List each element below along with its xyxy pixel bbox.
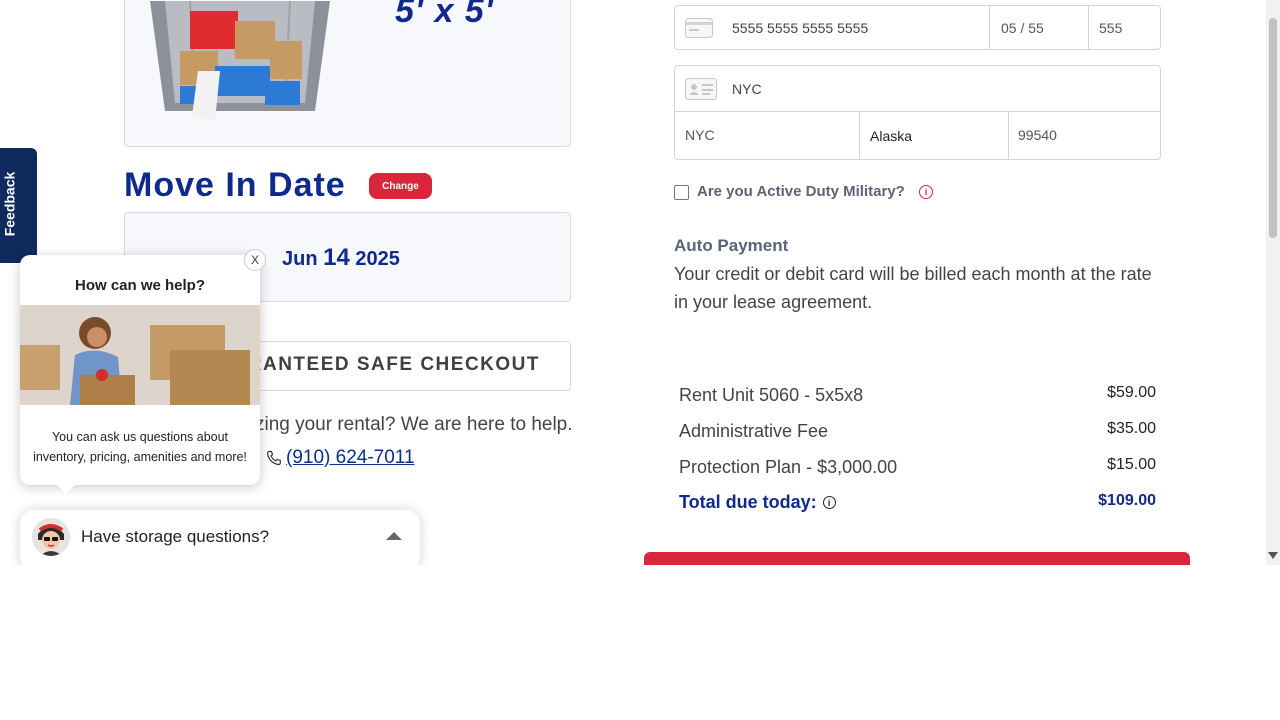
phone-icon — [266, 450, 281, 466]
address-line-field[interactable]: NYC — [732, 81, 762, 97]
unit-card — [124, 0, 571, 147]
phone-number: (910) 624-7011 — [286, 447, 415, 468]
phone-link[interactable]: (910) 624-7011 — [266, 447, 415, 469]
feedback-label: Feedback — [1, 171, 18, 237]
city-field[interactable]: NYC — [685, 127, 715, 143]
summary-line-amount: $59.00 — [1107, 384, 1156, 401]
summary-line-amount: $15.00 — [1107, 456, 1156, 473]
agent-avatar-icon — [32, 518, 70, 556]
chat-bar-label: Have storage questions? — [81, 527, 270, 546]
page-viewport: 5' x 5' Move In Date Change Jun 14 2025 … — [0, 0, 1280, 565]
card-number-field[interactable]: 5555 5555 5555 5555 — [732, 20, 868, 36]
info-icon[interactable]: i — [919, 185, 933, 199]
move-in-date: Jun 14 2025 — [282, 244, 400, 272]
date-year: 2025 — [355, 248, 400, 270]
credit-card-icon — [685, 18, 713, 38]
chat-agent-avatar — [32, 518, 70, 556]
date-day: 14 — [323, 244, 350, 271]
summary-line-label: Administrative Fee — [679, 421, 829, 441]
field-divider — [989, 6, 990, 49]
card-cvv-field[interactable]: 555 — [1099, 20, 1122, 36]
zip-field[interactable]: 99540 — [1018, 127, 1057, 143]
scrollbar-thumb[interactable] — [1269, 18, 1277, 238]
state-select[interactable]: Alaska — [870, 128, 912, 144]
chat-popup-close-button[interactable]: X — [244, 249, 266, 271]
summary-line-label: Rent Unit 5060 - 5x5x8 — [679, 385, 864, 405]
id-card-icon — [685, 78, 717, 100]
total-due-text: Total due today: — [679, 492, 817, 512]
submit-payment-button[interactable] — [644, 552, 1190, 565]
chat-popup-description: You can ask us questions about inventory… — [33, 430, 247, 464]
chat-popup-photo — [20, 305, 260, 405]
chat-popup: How can we help? You can ask us question… — [20, 255, 260, 494]
field-divider — [675, 111, 1160, 112]
move-in-title: Move In Date — [124, 166, 346, 204]
field-divider — [859, 111, 860, 159]
storage-unit-illustration — [150, 0, 330, 121]
field-divider — [1088, 6, 1089, 49]
summary-line-amount: $35.00 — [1107, 420, 1156, 437]
chat-widget-bar[interactable]: Have storage questions? — [20, 510, 420, 565]
chevron-up-icon[interactable] — [386, 532, 402, 540]
field-divider — [1008, 111, 1009, 159]
card-details-row: 5555 5555 5555 5555 05 / 55 555 — [674, 5, 1161, 50]
info-icon[interactable]: i — [822, 496, 836, 509]
card-expiry-field[interactable]: 05 / 55 — [1001, 20, 1044, 36]
auto-payment-title: Auto Payment — [674, 236, 789, 255]
person-packing-boxes-illustration — [20, 305, 260, 405]
military-label: Are you Active Duty Military? — [697, 183, 905, 200]
military-checkbox[interactable] — [674, 185, 689, 200]
summary-line-label: Protection Plan - $3,000.00 — [679, 457, 898, 477]
change-date-button[interactable]: Change — [369, 173, 432, 199]
billing-address-box: NYC NYC Alaska 99540 — [674, 65, 1161, 160]
unit-size: 5' x 5' — [395, 0, 494, 30]
feedback-tab[interactable]: Feedback — [0, 148, 37, 263]
total-due-amount: $109.00 — [1098, 492, 1156, 509]
chat-popup-title: How can we help? — [74, 277, 206, 294]
total-due-label: Total due today: i — [679, 492, 836, 513]
date-month: Jun — [282, 248, 318, 270]
auto-payment-description: Your credit or debit card will be billed… — [674, 264, 1152, 312]
scroll-down-arrow-icon[interactable] — [1268, 552, 1278, 559]
